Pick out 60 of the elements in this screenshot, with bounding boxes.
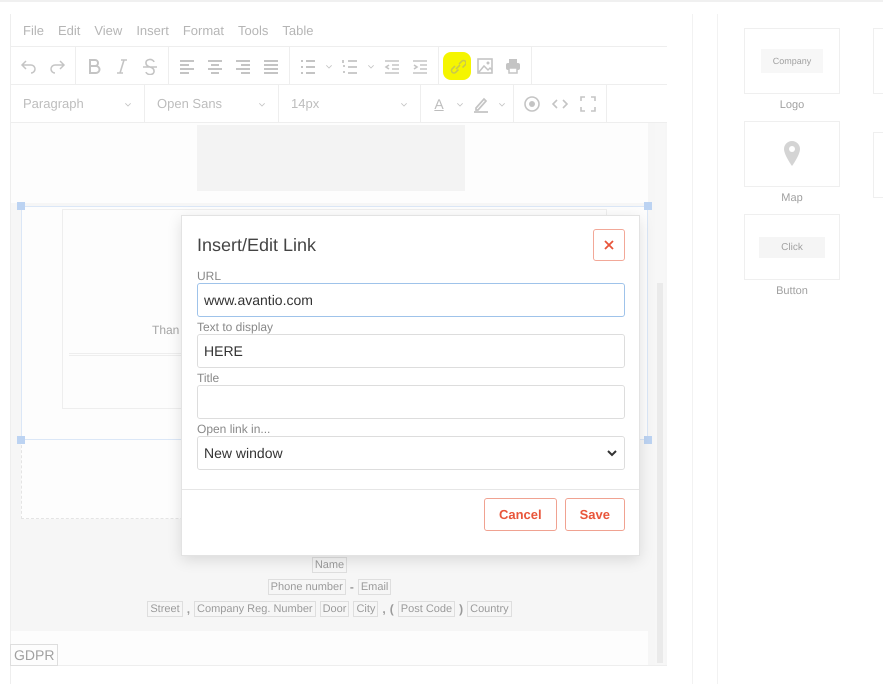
- placeholder-tag: Company Reg. Number: [194, 601, 316, 617]
- logo-preview: Company: [760, 49, 824, 73]
- block-tile[interactable]: Company: [744, 28, 840, 94]
- placeholder-tag: Name: [312, 557, 348, 573]
- field-label: Title: [197, 371, 220, 385]
- placeholder-tag: City: [353, 601, 378, 617]
- close-icon: [603, 239, 615, 251]
- menu-item[interactable]: View: [94, 22, 122, 38]
- resize-handle[interactable]: [17, 202, 25, 210]
- placeholder-tag: Door: [320, 601, 350, 617]
- separator-text: (: [390, 602, 394, 616]
- body-text: Than: [152, 323, 180, 337]
- text-color-button[interactable]: A: [425, 90, 453, 118]
- input-field[interactable]: www.avantio.com: [197, 283, 625, 317]
- block-tile[interactable]: Click: [744, 214, 840, 280]
- dropdown[interactable]: 14px: [279, 85, 421, 122]
- resize-handle[interactable]: [644, 202, 652, 210]
- placeholder-tag: Post Code: [398, 601, 456, 617]
- menu-item[interactable]: File: [23, 22, 44, 38]
- separator-text: -: [350, 580, 354, 594]
- cancel-button[interactable]: Cancel: [484, 498, 557, 531]
- link-button[interactable]: [443, 52, 471, 80]
- menu-item[interactable]: Insert: [136, 22, 169, 38]
- resize-handle[interactable]: [644, 436, 652, 444]
- placeholder-tag: Email: [358, 579, 392, 595]
- fullscreen-icon: [579, 94, 597, 112]
- resize-handle[interactable]: [17, 436, 25, 444]
- image-icon: [476, 56, 494, 74]
- dropdown[interactable]: Paragraph: [11, 85, 145, 122]
- input-field[interactable]: HERE: [197, 334, 625, 368]
- print-icon: [504, 56, 522, 74]
- block-tile[interactable]: [744, 121, 840, 187]
- close-button[interactable]: [593, 229, 625, 261]
- menu-item[interactable]: Table: [282, 22, 314, 38]
- button-preview: Click: [759, 236, 825, 258]
- dialog-title: Insert/Edit Link: [197, 234, 316, 256]
- strike-icon: [141, 56, 159, 74]
- separator-text: ): [459, 602, 464, 616]
- field-label: Open link in...: [197, 422, 272, 436]
- field-label: Text to display: [197, 320, 274, 334]
- placeholder-tag: GDPR: [10, 644, 58, 666]
- input-field[interactable]: [197, 385, 625, 419]
- dropdown[interactable]: Open Sans: [145, 85, 279, 122]
- separator-text: ,: [186, 602, 190, 616]
- placeholder-tag: Country: [467, 601, 512, 617]
- map-pin-icon: [782, 140, 802, 168]
- save-button[interactable]: Save: [564, 498, 625, 531]
- preview-icon: [523, 94, 541, 112]
- block-label: Logo: [780, 99, 804, 111]
- block-label: Map: [781, 192, 803, 204]
- link-icon: [448, 56, 466, 74]
- menu-item[interactable]: Tools: [238, 22, 268, 38]
- menu-item[interactable]: Format: [182, 22, 224, 38]
- placeholder-tag: Street: [147, 601, 183, 617]
- block-label: Button: [776, 285, 808, 297]
- placeholder-tag: Phone number: [268, 579, 346, 595]
- separator-text: ,: [382, 602, 386, 616]
- menu-item[interactable]: Edit: [58, 22, 80, 38]
- select-field[interactable]: New window: [197, 436, 625, 470]
- field-label: URL: [197, 269, 222, 283]
